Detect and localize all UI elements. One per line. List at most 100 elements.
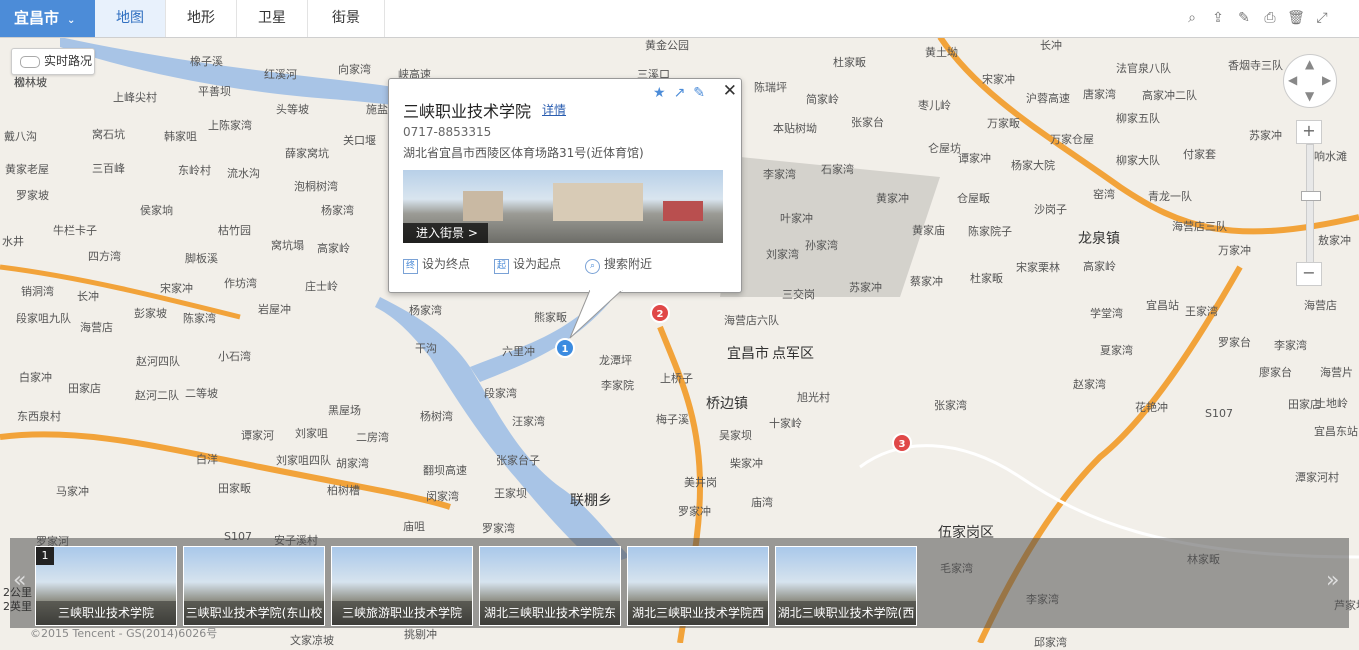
set-start-link[interactable]: 起设为起点: [494, 255, 561, 274]
enter-streetview-button[interactable]: 进入街景 >: [403, 223, 488, 243]
zoom-slider[interactable]: [1301, 144, 1321, 264]
pan-down-icon[interactable]: ▼: [1305, 89, 1314, 103]
map-label: 田家畈: [218, 482, 251, 495]
poi-marker[interactable]: 3: [892, 433, 912, 453]
thumb-caption: 三峡职业技术学院(东山校: [184, 601, 324, 625]
map-label: 上峰尖村: [113, 91, 157, 104]
map-label: 作坊湾: [224, 277, 257, 290]
map-label: 梅子溪: [656, 413, 689, 426]
map-label: 翻坝高速: [423, 464, 467, 477]
map-label: 六里冲: [502, 345, 535, 358]
map-label: 唐家湾: [1083, 88, 1116, 101]
streetview-preview[interactable]: 进入街景 >: [403, 170, 723, 243]
streetview-thumb[interactable]: 1 三峡职业技术学院: [35, 546, 177, 626]
popup-shadow: [720, 157, 940, 297]
map-label: 海营店三队: [1172, 220, 1227, 233]
map-label: S107: [1205, 407, 1233, 420]
map-label: 牛栏卡子: [53, 224, 97, 237]
map-label: 松林坡: [14, 76, 47, 89]
streetview-thumb[interactable]: 湖北三峡职业技术学院(西: [775, 546, 917, 626]
map-label: 黄金公园: [645, 39, 689, 52]
tab-streetview[interactable]: 街景: [308, 0, 385, 37]
map-label: 万家冲: [1218, 244, 1251, 257]
favorite-icon[interactable]: ★: [653, 85, 666, 101]
measure-icon[interactable]: ✎: [1235, 9, 1253, 27]
streetview-thumb[interactable]: 湖北三峡职业技术学院西: [627, 546, 769, 626]
map-label: 罗家冲: [678, 505, 711, 518]
poi-title: 三峡职业技术学院: [403, 102, 532, 121]
end-icon: 终: [403, 259, 418, 274]
ruler-icon[interactable]: ⌕: [1183, 9, 1201, 27]
map-label: 谭家河: [241, 429, 274, 442]
map-label: 陈家湾: [183, 312, 216, 325]
map-label: 白洋: [196, 453, 218, 466]
share-icon[interactable]: ↗: [674, 85, 686, 101]
map-label: 杨家大院: [1011, 159, 1055, 172]
map-label: 苏家冲: [1249, 129, 1282, 142]
map-label: 陈瑞坪: [754, 81, 787, 94]
pan-right-icon[interactable]: ▶: [1322, 73, 1331, 87]
zoom-in-button[interactable]: +: [1296, 120, 1322, 144]
tab-map[interactable]: 地图: [95, 0, 166, 37]
map-label: 窑湾: [1093, 188, 1115, 201]
detail-link[interactable]: 详情: [542, 101, 566, 118]
thumb-caption: 湖北三峡职业技术学院(西: [776, 601, 916, 625]
share-icon[interactable]: ⇪: [1209, 9, 1227, 27]
zoom-knob[interactable]: [1301, 191, 1321, 201]
map-label: 黄土坳: [925, 46, 958, 59]
map-label: 脚板溪: [185, 252, 218, 265]
poi-marker[interactable]: 2: [650, 303, 670, 323]
map-label: 向家湾: [338, 63, 371, 76]
map-label: 苏家冲: [849, 281, 882, 294]
close-icon[interactable]: ✕: [723, 81, 737, 101]
next-arrow-icon[interactable]: »: [1326, 568, 1339, 593]
map-label: 枣儿岭: [918, 99, 951, 112]
map-label: 闵家湾: [426, 490, 459, 503]
pan-left-icon[interactable]: ◀: [1288, 73, 1297, 87]
map-label: 刘家咀四队: [276, 454, 331, 467]
streetview-thumb[interactable]: 三峡职业技术学院(东山校: [183, 546, 325, 626]
print-icon[interactable]: ⎙: [1261, 9, 1279, 27]
map-label: 张家台子: [496, 454, 540, 467]
map-label: 侯家垧: [140, 204, 173, 217]
tab-terrain[interactable]: 地形: [166, 0, 237, 37]
tab-satellite[interactable]: 卫星: [237, 0, 308, 37]
pan-up-icon[interactable]: ▲: [1305, 57, 1314, 71]
map-label: 罗家坡: [16, 189, 49, 202]
map-label: 沪蓉高速: [1026, 92, 1070, 105]
zoom-control: + −: [1296, 120, 1322, 286]
map-label: 杨树湾: [420, 410, 453, 423]
streetview-strip: « 1 三峡职业技术学院 三峡职业技术学院(东山校 三峡旅游职业技术学院 湖北三峡…: [10, 538, 1349, 628]
pan-control[interactable]: ▲ ▼ ◀ ▶: [1283, 54, 1337, 108]
map-label: 柳家五队: [1116, 112, 1160, 125]
map-label: 汪家湾: [512, 415, 545, 428]
map-label: 杨家湾: [409, 304, 442, 317]
traffic-toggle[interactable]: 实时路况: [11, 48, 95, 75]
map-label: 枯竹园: [218, 224, 251, 237]
map-label: 罗家湾: [482, 522, 515, 535]
city-selector[interactable]: 宜昌市 ⌄: [0, 0, 95, 37]
search-nearby-link[interactable]: ⌕ 搜索附近: [585, 255, 652, 274]
map-label: 黄家冲: [876, 192, 909, 205]
zoom-out-button[interactable]: −: [1296, 262, 1322, 286]
map-label: 韩家咀: [164, 130, 197, 143]
set-end-link[interactable]: 终设为终点: [403, 255, 470, 274]
map-label: 李家院: [601, 379, 634, 392]
map-label: 赵家湾: [1073, 378, 1106, 391]
delete-icon[interactable]: 🗑: [1287, 9, 1305, 27]
map-label: 胡家湾: [336, 457, 369, 470]
map-label: 宜昌市: [727, 346, 769, 362]
streetview-thumb[interactable]: 三峡旅游职业技术学院: [331, 546, 473, 626]
streetview-thumb[interactable]: 湖北三峡职业技术学院东: [479, 546, 621, 626]
popup-links: 终设为终点 起设为起点 ⌕ 搜索附近: [403, 255, 652, 274]
fullscreen-icon[interactable]: ⤢: [1313, 9, 1331, 27]
thumb-number: 1: [36, 547, 54, 565]
map-label: 薛家窝坑: [285, 147, 329, 160]
map-label: 田家店: [68, 382, 101, 395]
edit-icon[interactable]: ✎: [693, 85, 705, 101]
map-label: 岩屋冲: [258, 303, 291, 316]
map-label: 廖家台: [1259, 366, 1292, 379]
popup-actions: ★ ↗ ✎: [653, 85, 713, 101]
map-label: 吴家坝: [719, 429, 752, 442]
map-label: 桥边镇: [706, 396, 748, 412]
